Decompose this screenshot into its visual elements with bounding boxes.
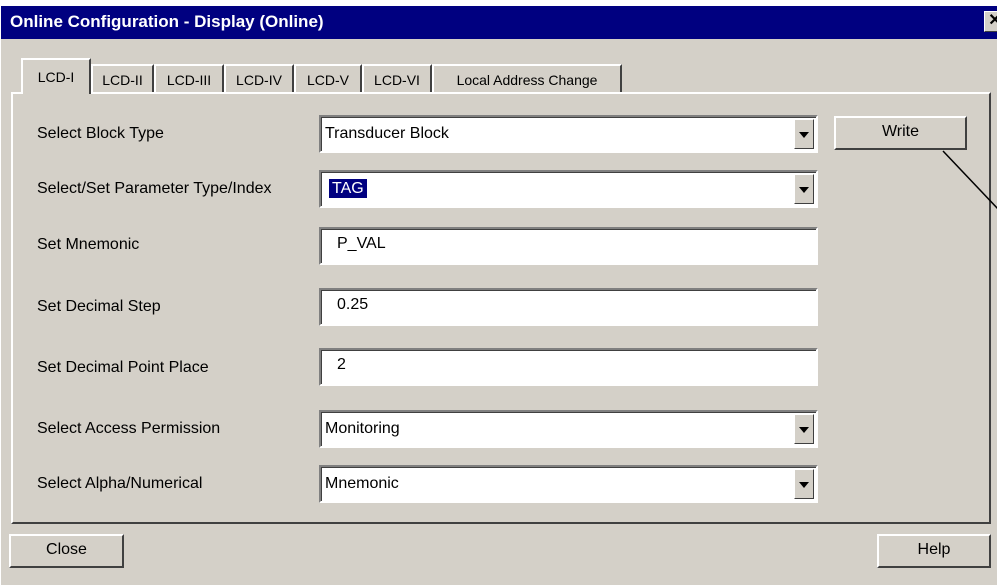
mnemonic-value: P_VAL bbox=[337, 235, 386, 252]
decimal-step-input[interactable]: 0.25 bbox=[319, 288, 818, 326]
parameter-dropdown-button[interactable] bbox=[794, 174, 814, 204]
dropdown-arrow-icon bbox=[799, 187, 809, 193]
block-type-select[interactable]: Transducer Block bbox=[319, 115, 818, 153]
tab-lcd-vi[interactable]: LCD-VI bbox=[362, 64, 432, 92]
parameter-select[interactable]: TAG bbox=[319, 170, 818, 208]
tab-lcd-ii[interactable]: LCD-II bbox=[91, 64, 154, 92]
block-type-dropdown-button[interactable] bbox=[794, 119, 814, 149]
access-permission-label: Select Access Permission bbox=[37, 420, 221, 437]
decimal-place-label: Set Decimal Point Place bbox=[37, 359, 209, 376]
tab-lcd-iii[interactable]: LCD-III bbox=[154, 64, 224, 92]
parameter-selected-text: TAG bbox=[329, 179, 367, 198]
block-type-label: Select Block Type bbox=[37, 125, 164, 142]
access-permission-dropdown-button[interactable] bbox=[794, 414, 814, 444]
window-title: Online Configuration - Display (Online) bbox=[10, 12, 324, 31]
alpha-numerical-dropdown-button[interactable] bbox=[794, 469, 814, 499]
alpha-numerical-label: Select Alpha/Numerical bbox=[37, 475, 203, 492]
tab-lcd-i[interactable]: LCD-I bbox=[21, 58, 91, 94]
mnemonic-input[interactable]: P_VAL bbox=[319, 227, 818, 265]
decimal-place-input[interactable]: 2 bbox=[319, 348, 818, 386]
parameter-label: Select/Set Parameter Type/Index bbox=[37, 180, 272, 197]
dialog-window: Online Configuration - Display (Online) … bbox=[0, 6, 997, 585]
tab-local-address-change[interactable]: Local Address Change bbox=[432, 64, 622, 92]
access-permission-value: Monitoring bbox=[325, 420, 400, 437]
close-icon[interactable]: ✕ bbox=[984, 11, 997, 32]
alpha-numerical-value: Mnemonic bbox=[325, 475, 399, 492]
dropdown-arrow-icon bbox=[799, 132, 809, 138]
dropdown-arrow-icon bbox=[799, 482, 809, 488]
parameter-value: TAG bbox=[329, 179, 367, 198]
close-button[interactable]: Close bbox=[9, 534, 124, 568]
title-bar: Online Configuration - Display (Online) … bbox=[1, 6, 997, 39]
alpha-numerical-select[interactable]: Mnemonic bbox=[319, 465, 818, 503]
access-permission-select[interactable]: Monitoring bbox=[319, 410, 818, 448]
mnemonic-label: Set Mnemonic bbox=[37, 236, 140, 253]
write-button[interactable]: Write bbox=[834, 116, 967, 150]
help-button[interactable]: Help bbox=[877, 534, 991, 568]
tab-lcd-v[interactable]: LCD-V bbox=[294, 64, 362, 92]
block-type-value: Transducer Block bbox=[325, 125, 449, 142]
tab-lcd-iv[interactable]: LCD-IV bbox=[224, 64, 294, 92]
decimal-step-value: 0.25 bbox=[337, 296, 369, 313]
decimal-step-label: Set Decimal Step bbox=[37, 298, 161, 315]
dropdown-arrow-icon bbox=[799, 427, 809, 433]
decimal-place-value: 2 bbox=[337, 356, 346, 373]
